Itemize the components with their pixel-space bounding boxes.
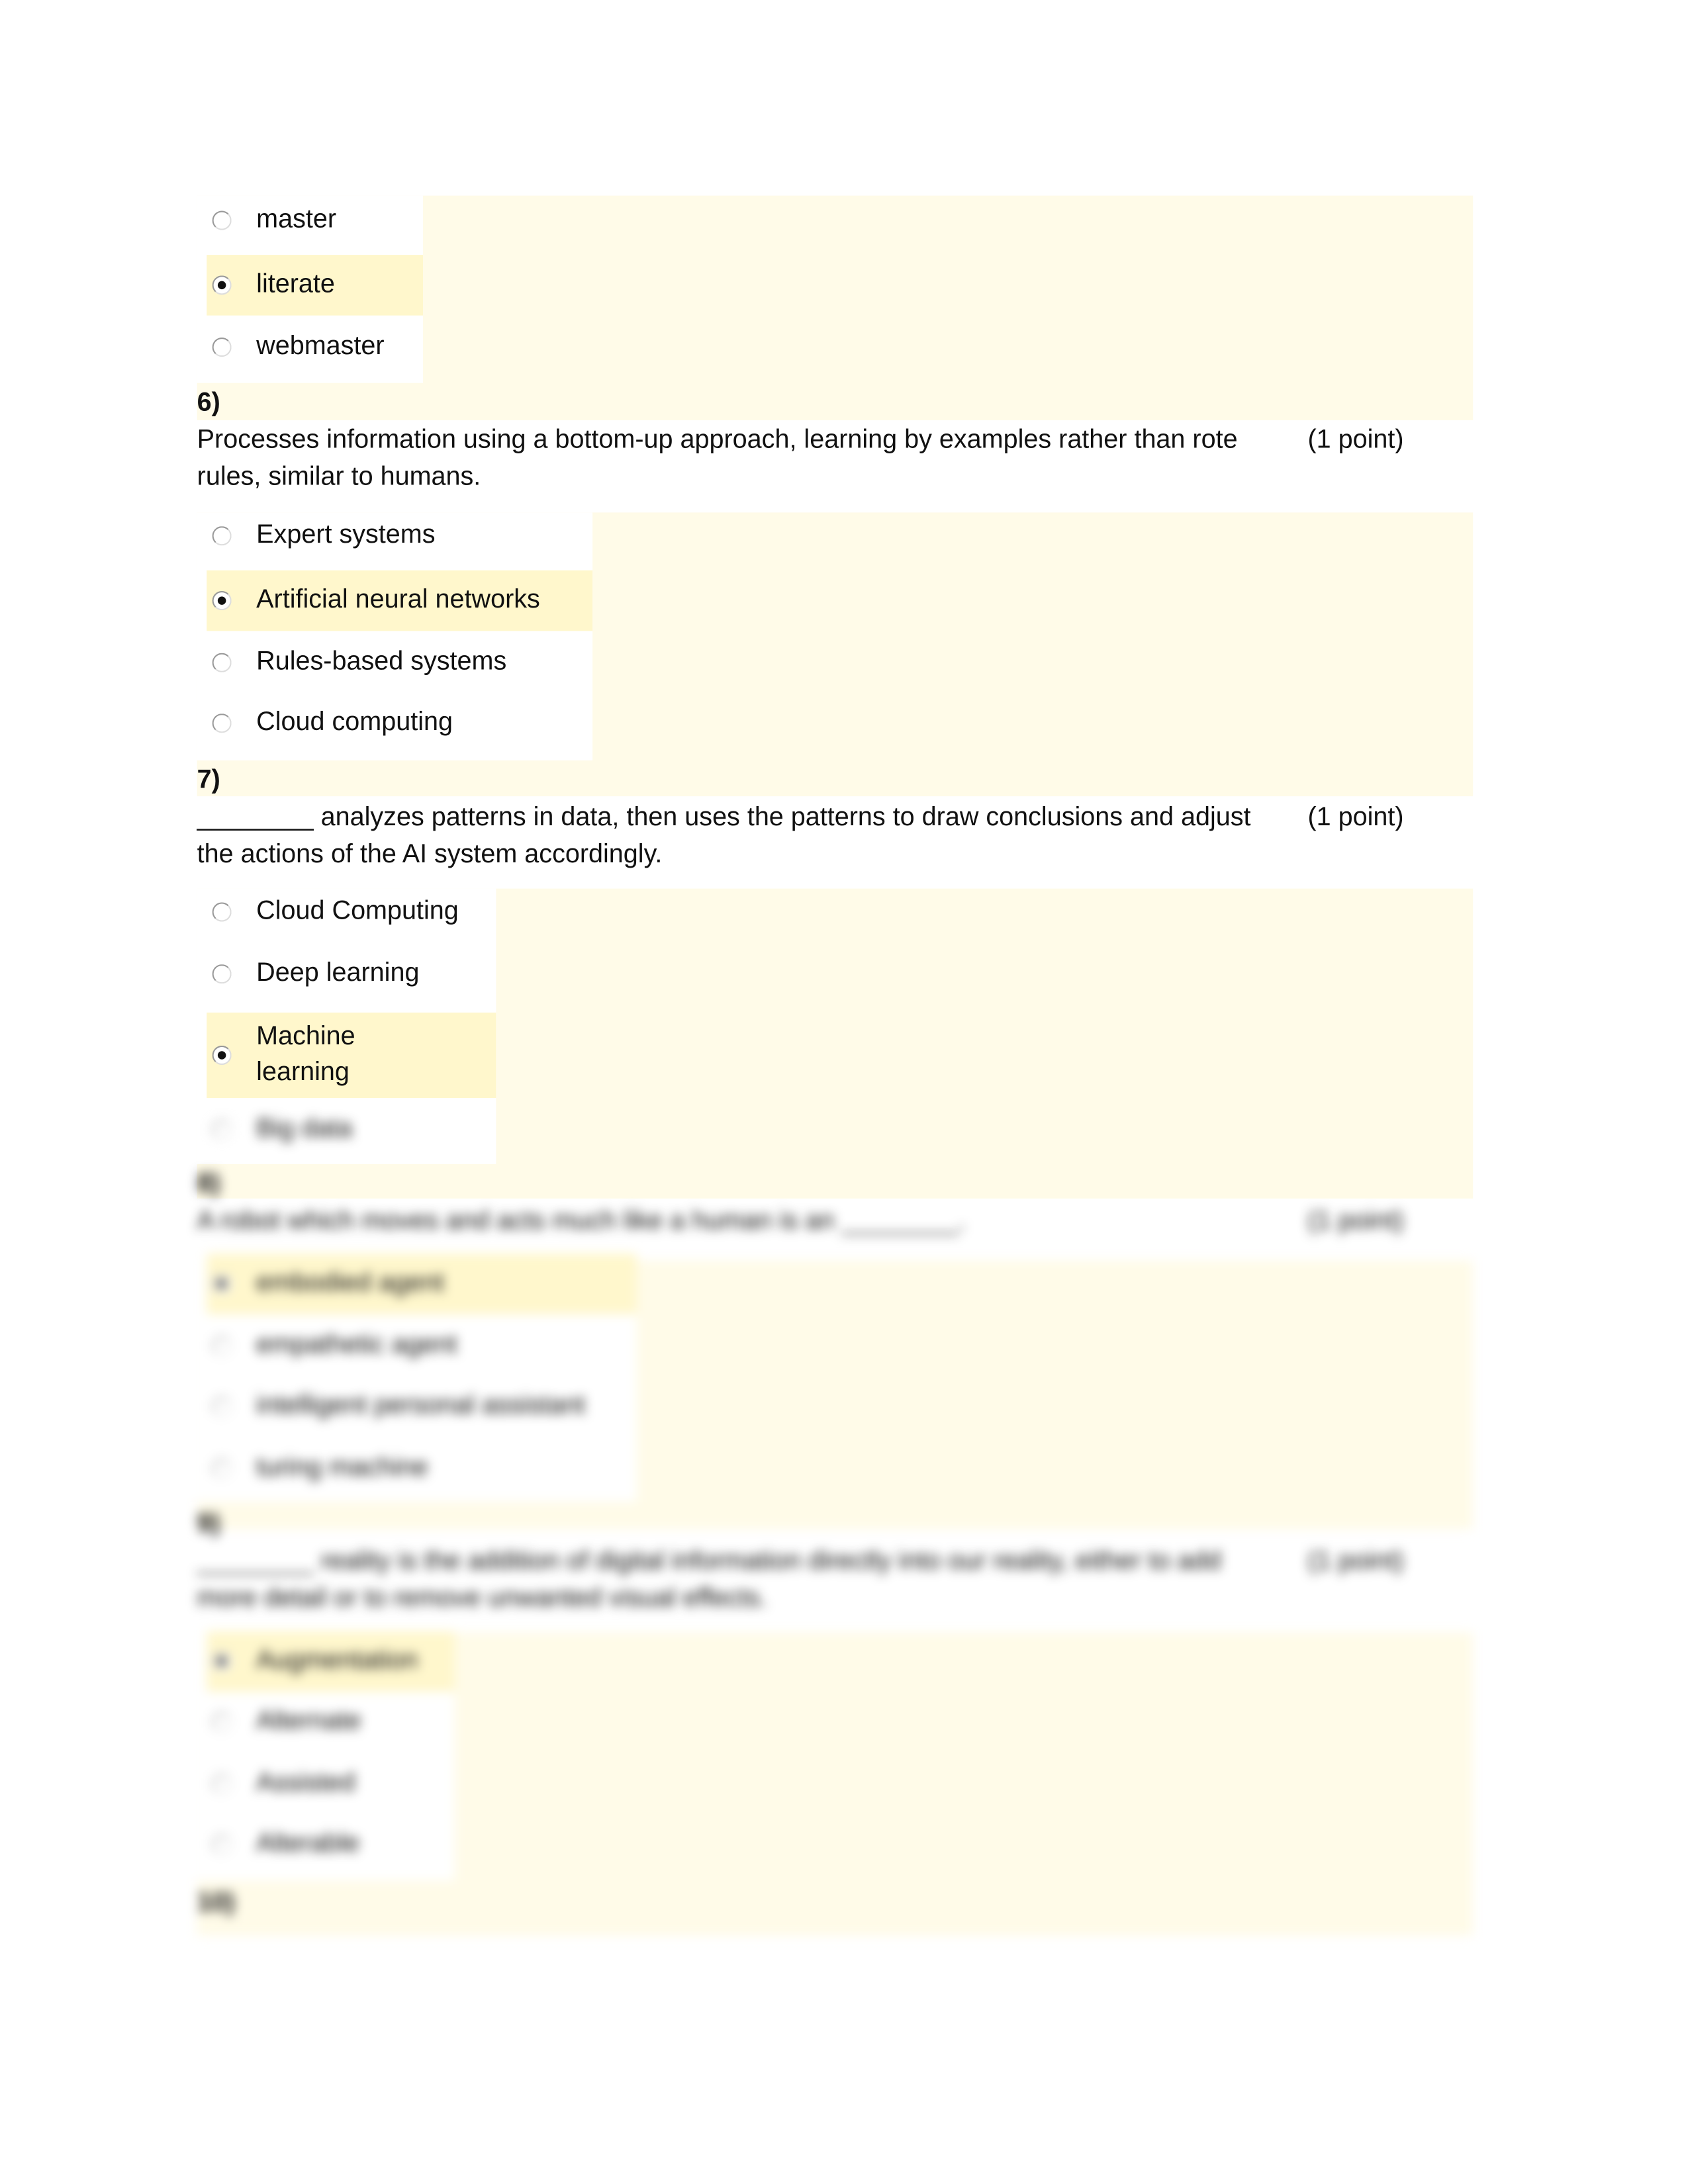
radio-selected-icon[interactable] [212,1045,232,1066]
answer-option[interactable]: intelligent personal assistant [207,1377,636,1437]
question-number: 10) [197,1888,235,1918]
answer-option[interactable]: master [207,190,423,251]
answer-option[interactable]: Big data [207,1099,496,1160]
question-number: 6) [197,388,220,418]
answer-option[interactable]: turing machine [207,1438,636,1499]
answer-option-label: Artificial neural networks [256,585,540,615]
radio-unselected-icon[interactable] [212,1459,232,1479]
radio-selected-icon[interactable] [212,1274,232,1294]
radio-unselected-icon[interactable] [212,1336,232,1356]
question-text: ________ analyzes patterns in data, then… [197,803,1251,870]
question-points: (1 point) [1307,803,1404,833]
answer-option-label: turing machine [256,1453,428,1482]
radio-unselected-icon[interactable] [212,713,232,733]
answer-option-label: webmaster [256,332,385,361]
answer-option-label: Expert systems [256,520,436,550]
answer-option[interactable]: literate [207,255,424,316]
answer-option[interactable]: empathetic agent [207,1316,636,1377]
radio-unselected-icon[interactable] [212,526,232,546]
radio-unselected-icon[interactable] [212,1835,232,1854]
answer-option[interactable]: Rules-based systems [207,632,592,693]
question-text: ________ reality is the addition of digi… [197,1547,1221,1614]
answer-option[interactable]: Artificial neural networks [207,570,593,631]
question-points: (1 point) [1307,1206,1404,1236]
answer-option-label: Augmentation [256,1646,418,1676]
question-text: Processes information using a bottom-up … [197,426,1238,492]
answer-option[interactable]: embodied agent [207,1253,637,1314]
answer-option-label: Alternate [256,1707,361,1736]
question-number: 7) [197,766,220,796]
answer-option-label: Cloud Computing [256,897,459,926]
radio-unselected-icon[interactable] [212,653,232,672]
answer-option-label: literate [256,269,335,299]
answer-option[interactable]: Deep learning [207,944,496,1005]
answer-option-label: Cloud computing [256,707,453,737]
answer-option[interactable]: Cloud computing [207,693,592,754]
answer-option[interactable]: Cloud Computing [207,882,496,942]
radio-selected-icon[interactable] [212,275,232,295]
answer-option[interactable]: Machine learning [207,1012,496,1099]
answer-option-label: Assisted [256,1768,355,1798]
answer-option-label: embodied agent [256,1269,444,1298]
radio-unselected-icon[interactable] [212,337,232,357]
answer-option-label: master [256,205,337,234]
radio-unselected-icon[interactable] [212,1120,232,1140]
answer-option-label: Rules-based systems [256,647,507,677]
radio-unselected-icon[interactable] [212,902,232,922]
radio-unselected-icon[interactable] [212,210,232,230]
answer-option[interactable]: webmaster [207,317,423,378]
question-points: (1 point) [1307,426,1404,455]
question-text: A robot which moves and acts much like a… [197,1206,966,1236]
answer-option[interactable]: Alterable [207,1814,455,1875]
answer-option-label: empathetic agent [256,1330,457,1360]
answer-option-label: Deep learning [256,958,420,988]
answer-option[interactable]: Expert systems [207,506,592,567]
radio-selected-icon[interactable] [212,1651,232,1671]
answer-option-label: Big data [256,1115,353,1144]
answer-option[interactable]: Alternate [207,1692,455,1752]
radio-unselected-icon[interactable] [212,1774,232,1794]
answer-option-label: Machine learning [256,1022,355,1087]
answer-option-label: Alterable [256,1829,360,1859]
question-number: 9) [197,1510,220,1539]
question-number: 8) [197,1169,220,1199]
question-points: (1 point) [1307,1547,1404,1576]
answer-option-label: intelligent personal assistant [256,1391,586,1421]
answer-option[interactable]: Augmentation [207,1631,455,1692]
radio-selected-icon[interactable] [212,591,232,611]
radio-unselected-icon[interactable] [212,1712,232,1732]
radio-unselected-icon[interactable] [212,1396,232,1416]
quiz-page: master literate webmaster 6) Processes inf… [0,0,1688,2183]
radio-unselected-icon[interactable] [212,964,232,984]
answer-option[interactable]: Assisted [207,1754,455,1815]
